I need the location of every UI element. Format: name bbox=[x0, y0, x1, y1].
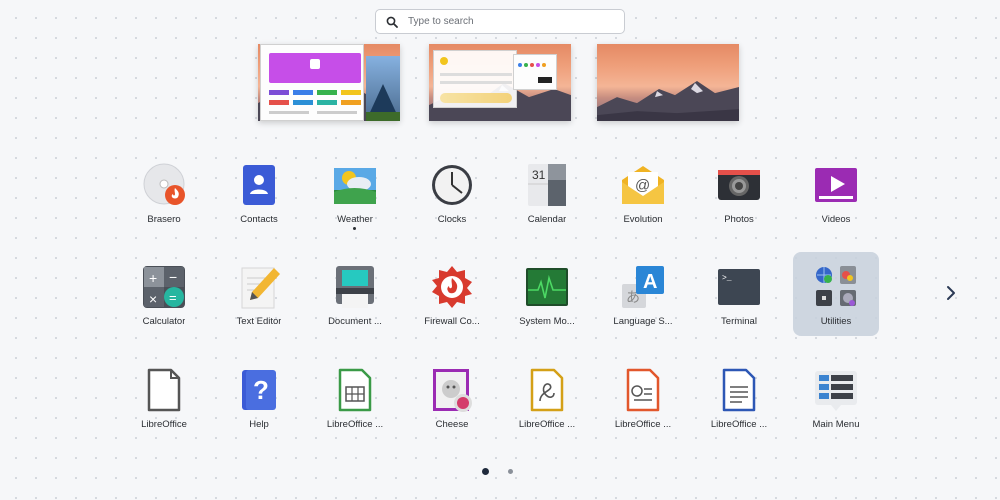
app-label: Clocks bbox=[437, 214, 467, 225]
app-clocks[interactable]: Clocks bbox=[409, 150, 495, 234]
app-document-scanner[interactable]: Document ... bbox=[312, 252, 398, 336]
app-cheese[interactable]: Cheese bbox=[409, 355, 495, 439]
svg-text:A: A bbox=[643, 271, 657, 293]
app-utilities-folder[interactable]: Utilities bbox=[793, 252, 879, 336]
app-language-support[interactable]: あ A Language S... bbox=[600, 252, 686, 336]
help-icon: ? bbox=[236, 367, 282, 413]
app-videos[interactable]: Videos bbox=[793, 150, 879, 234]
clocks-icon bbox=[429, 162, 475, 208]
app-photos[interactable]: Photos bbox=[696, 150, 782, 234]
search-field[interactable] bbox=[375, 9, 625, 34]
svg-text:+: + bbox=[149, 270, 157, 286]
libreoffice-impress-icon bbox=[620, 367, 666, 413]
app-label: LibreOffice ... bbox=[518, 419, 576, 430]
libreoffice-draw-icon bbox=[524, 367, 570, 413]
svg-text:31: 31 bbox=[532, 168, 546, 182]
svg-text:>_: >_ bbox=[722, 274, 732, 283]
app-label: LibreOffice ... bbox=[614, 419, 672, 430]
app-system-monitor[interactable]: System Mo... bbox=[504, 252, 590, 336]
app-label: Contacts bbox=[240, 214, 278, 225]
app-label: Brasero bbox=[147, 214, 181, 225]
app-label: Utilities bbox=[820, 316, 852, 327]
page-dot-1[interactable] bbox=[482, 468, 489, 475]
app-label: Document ... bbox=[328, 316, 382, 327]
app-weather[interactable]: Weather bbox=[312, 150, 398, 234]
app-label: Text Editor bbox=[236, 316, 282, 327]
workspace-thumbnail-1[interactable] bbox=[258, 44, 400, 121]
svg-text:=: = bbox=[169, 290, 177, 305]
firewall-icon bbox=[429, 264, 475, 310]
contacts-icon bbox=[236, 162, 282, 208]
calendar-icon: 31 bbox=[524, 162, 570, 208]
brasero-icon bbox=[141, 162, 187, 208]
svg-text:×: × bbox=[149, 291, 157, 307]
app-libreoffice[interactable]: LibreOffice bbox=[121, 355, 207, 439]
language-support-icon: あA bbox=[620, 264, 666, 310]
app-label: Terminal bbox=[721, 316, 757, 327]
main-menu-icon bbox=[813, 367, 859, 413]
app-terminal[interactable]: >_ Terminal bbox=[696, 252, 782, 336]
libreoffice-icon bbox=[141, 367, 187, 413]
app-libreoffice-draw[interactable]: LibreOffice ... bbox=[504, 355, 590, 439]
app-main-menu[interactable]: Main Menu bbox=[793, 355, 879, 439]
svg-text:−: − bbox=[169, 269, 177, 285]
app-label: Firewall Co... bbox=[424, 316, 480, 327]
calculator-icon: + − × = bbox=[141, 264, 187, 310]
running-indicator bbox=[353, 227, 356, 230]
app-label: LibreOffice ... bbox=[326, 419, 384, 430]
system-monitor-icon bbox=[524, 264, 570, 310]
libreoffice-calc-icon bbox=[332, 367, 378, 413]
page-dot-2[interactable] bbox=[508, 469, 513, 474]
terminal-icon: >_ bbox=[716, 264, 762, 310]
search-icon bbox=[386, 16, 398, 28]
app-label: Cheese bbox=[435, 419, 469, 430]
svg-text:@: @ bbox=[635, 177, 650, 194]
app-label: LibreOffice ... bbox=[710, 419, 768, 430]
app-calculator[interactable]: + − × = Calculator bbox=[121, 252, 207, 336]
app-libreoffice-writer[interactable]: LibreOffice ... bbox=[696, 355, 782, 439]
photos-icon bbox=[716, 162, 762, 208]
svg-text:?: ? bbox=[253, 375, 269, 405]
app-label: Calendar bbox=[527, 214, 567, 225]
app-text-editor[interactable]: Text Editor bbox=[216, 252, 302, 336]
libreoffice-writer-icon bbox=[716, 367, 762, 413]
app-label: Photos bbox=[724, 214, 754, 225]
next-page-arrow[interactable] bbox=[943, 284, 959, 302]
workspace-thumbnail-3[interactable] bbox=[597, 44, 739, 121]
app-evolution[interactable]: @ Evolution bbox=[600, 150, 686, 234]
app-libreoffice-impress[interactable]: LibreOffice ... bbox=[600, 355, 686, 439]
workspace-thumbnail-2[interactable] bbox=[429, 44, 571, 121]
app-firewall[interactable]: Firewall Co... bbox=[409, 252, 495, 336]
evolution-icon: @ bbox=[620, 162, 666, 208]
cheese-icon bbox=[429, 367, 475, 413]
search-input[interactable] bbox=[408, 16, 624, 27]
app-label: Evolution bbox=[623, 214, 663, 225]
app-label: Help bbox=[249, 419, 269, 430]
page-indicator bbox=[482, 468, 513, 475]
app-label: Calculator bbox=[142, 316, 186, 327]
app-label: Weather bbox=[337, 214, 373, 225]
weather-icon bbox=[332, 162, 378, 208]
app-label: System Mo... bbox=[519, 316, 575, 327]
document-scanner-icon bbox=[332, 264, 378, 310]
app-label: Main Menu bbox=[812, 419, 860, 430]
app-label: LibreOffice bbox=[141, 419, 187, 430]
app-brasero[interactable]: Brasero bbox=[121, 150, 207, 234]
app-contacts[interactable]: Contacts bbox=[216, 150, 302, 234]
app-label: Language S... bbox=[613, 316, 673, 327]
app-label: Videos bbox=[821, 214, 851, 225]
videos-icon bbox=[813, 162, 859, 208]
text-editor-icon bbox=[236, 264, 282, 310]
utilities-folder-icon bbox=[813, 264, 859, 310]
app-help[interactable]: ? Help bbox=[216, 355, 302, 439]
chevron-right-icon bbox=[947, 286, 955, 300]
app-calendar[interactable]: 31 Calendar bbox=[504, 150, 590, 234]
app-libreoffice-calc[interactable]: LibreOffice ... bbox=[312, 355, 398, 439]
